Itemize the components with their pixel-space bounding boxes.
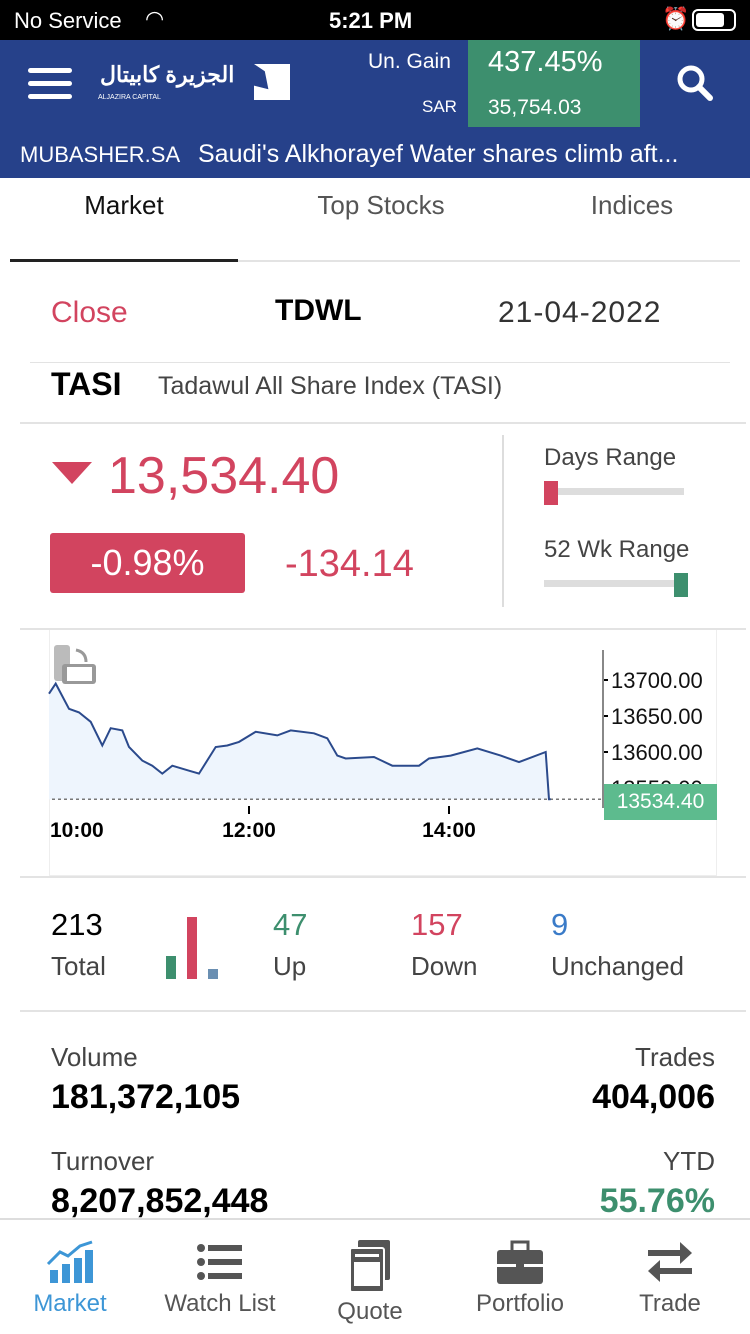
gain-value: 437.45%	[488, 46, 603, 78]
app-header: الجزيرة كابيتال ALJAZIRA CAPITAL Un. Gai…	[0, 40, 750, 178]
chart-area-fill	[49, 683, 551, 800]
status-bar: No Service ◠ 5:21 PM ⏰	[0, 0, 750, 40]
nav-label: Market	[33, 1290, 107, 1317]
total-count: 213	[51, 907, 103, 942]
trades-value: 404,006	[592, 1078, 715, 1116]
news-ticker[interactable]: Saudi's Alkhorayef Water shares climb af…	[198, 140, 678, 169]
gain-box: 437.45% 35,754.03	[468, 40, 640, 127]
nav-label: Watch List	[164, 1290, 276, 1317]
gain-label: Un. Gain	[368, 50, 451, 73]
battery-icon	[692, 9, 736, 31]
down-bar	[187, 917, 197, 979]
tab-market[interactable]: Market	[4, 190, 244, 221]
wk52-range-bar	[544, 580, 684, 587]
swap-arrows-icon	[648, 1242, 692, 1282]
nav-label: Portfolio	[475, 1290, 565, 1317]
currency-value: 35,754.03	[488, 96, 582, 119]
carrier: No Service	[14, 8, 122, 33]
nav-label: Quote	[337, 1298, 403, 1325]
divider	[20, 1010, 746, 1012]
divider	[502, 435, 504, 607]
turnover-value: 8,207,852,448	[51, 1182, 269, 1220]
market-status: Close	[51, 296, 128, 329]
news-source: MUBASHER.SA	[20, 142, 181, 167]
total-label: Total	[51, 951, 106, 981]
nav-label: Trade	[639, 1290, 701, 1317]
index-price: 13,534.40	[108, 447, 340, 505]
x-tick-label: 14:00	[422, 819, 476, 842]
y-tick-label: 13600.00	[611, 740, 703, 765]
x-tick-label: 12:00	[222, 819, 276, 842]
nav-market[interactable]: Market	[0, 1240, 145, 1318]
quote-icon	[349, 1240, 390, 1292]
turnover-label: Turnover	[51, 1146, 155, 1176]
index-change: -134.14	[285, 543, 414, 585]
up-bar	[166, 956, 176, 979]
aljazira-logo: الجزيرة كابيتال ALJAZIRA CAPITAL	[96, 60, 296, 110]
index-name: Tadawul All Share Index (TASI)	[158, 372, 503, 400]
y-tick-label: 13650.00	[611, 704, 703, 729]
nav-portfolio[interactable]: Portfolio	[445, 1240, 595, 1318]
chart-svg: 13700.0013650.0013600.0013550.0010:0012:…	[48, 650, 703, 842]
market-date: 21-04-2022	[498, 296, 662, 329]
tab-top-stocks[interactable]: Top Stocks	[261, 190, 501, 221]
wk52-range-marker	[674, 573, 688, 597]
exchange: TDWL	[275, 294, 362, 327]
clock: 5:21 PM	[329, 8, 413, 33]
divider	[30, 362, 730, 363]
volume-label: Volume	[51, 1042, 138, 1072]
days-range-marker	[544, 481, 558, 505]
index-symbol: TASI	[51, 366, 122, 402]
y-tick-label: 13700.00	[611, 668, 703, 693]
down-count: 157	[411, 907, 463, 942]
up-count: 47	[273, 907, 308, 942]
up-label: Up	[273, 951, 307, 981]
divider	[20, 876, 746, 878]
ytd-value: 55.76%	[599, 1182, 715, 1220]
ytd-label: YTD	[663, 1146, 715, 1176]
days-range-bar	[544, 488, 684, 495]
search-icon[interactable]	[676, 64, 714, 102]
tab-indicator	[10, 259, 238, 262]
alarm-icon: ⏰	[662, 6, 690, 31]
menu-icon[interactable]	[28, 68, 72, 99]
wk52-range-label: 52 Wk Range	[544, 536, 690, 563]
tab-indices[interactable]: Indices	[512, 190, 750, 221]
divider	[20, 422, 746, 424]
change-pct-badge: -0.98%	[50, 533, 245, 593]
nav-quote[interactable]: Quote	[295, 1240, 445, 1326]
briefcase-icon	[497, 1240, 543, 1284]
x-tick-label: 10:00	[50, 819, 104, 842]
days-range-label: Days Range	[544, 444, 677, 471]
last-value-label: 13534.40	[604, 784, 717, 820]
unchanged-bar	[208, 969, 218, 979]
list-icon	[197, 1244, 242, 1280]
wifi-icon: ◠	[145, 6, 165, 31]
market-chart-icon	[46, 1240, 93, 1283]
volume-value: 181,372,105	[51, 1078, 241, 1116]
unchanged-count: 9	[551, 907, 569, 942]
currency-label: SAR	[422, 97, 457, 116]
nav-trade[interactable]: Trade	[595, 1240, 745, 1318]
down-arrow-icon	[52, 462, 92, 484]
unchanged-label: Unchanged	[551, 951, 684, 981]
down-label: Down	[411, 951, 478, 981]
trades-label: Trades	[635, 1042, 715, 1072]
nav-watch-list[interactable]: Watch List	[145, 1240, 295, 1318]
